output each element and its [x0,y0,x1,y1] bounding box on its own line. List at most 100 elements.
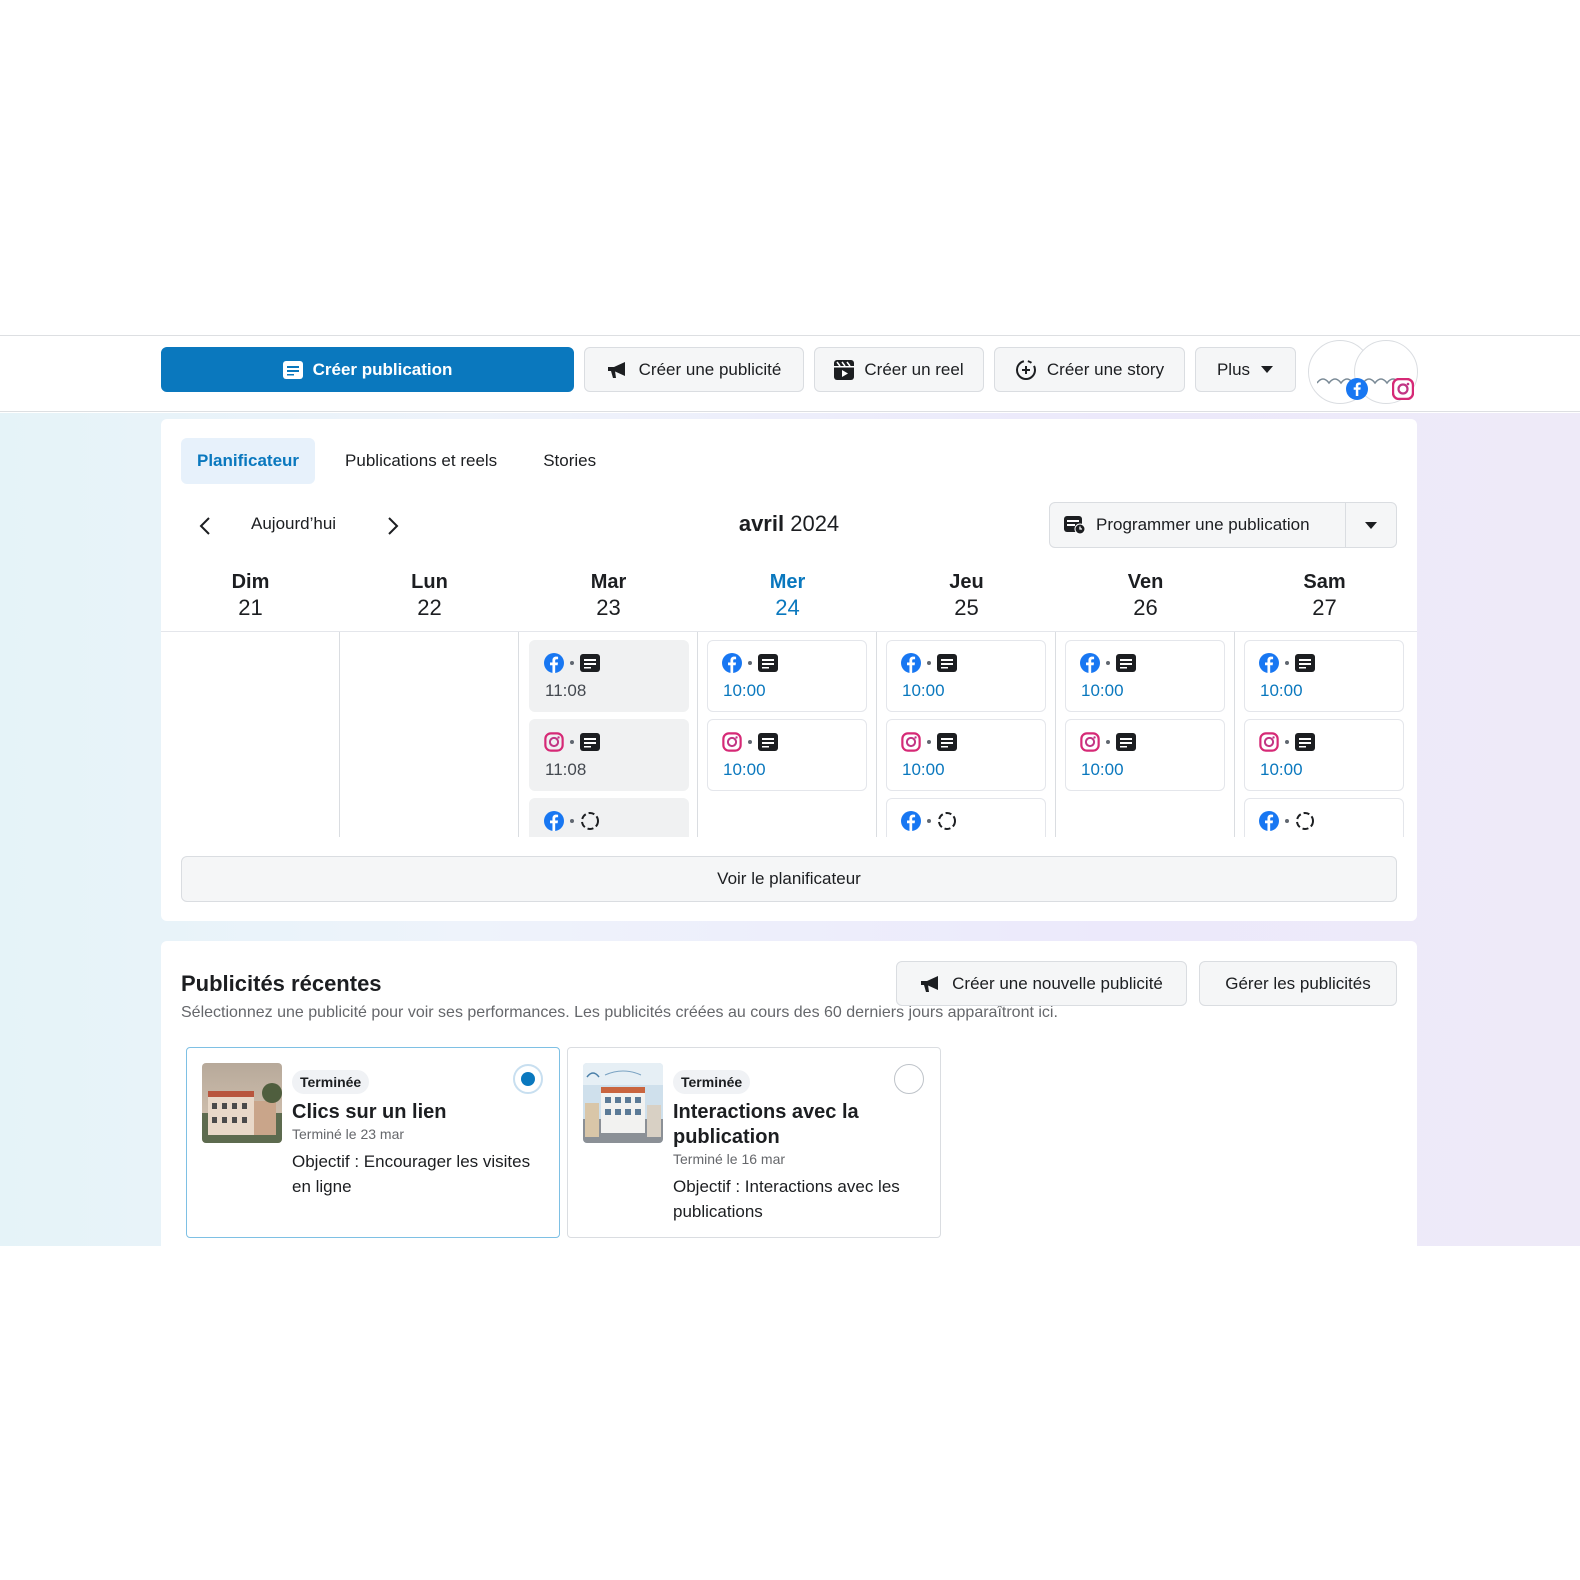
ad-title: Interactions avec la publication [673,1101,859,1148]
ad-select-radio[interactable] [513,1064,543,1094]
scheduled-post-facebook[interactable]: 10:00 [886,640,1046,712]
post-icons [544,732,600,752]
ad-select-radio[interactable] [894,1064,924,1094]
post-icons [544,811,600,831]
separator-dot [1285,740,1289,744]
facebook-icon [722,653,742,673]
column-divider [697,632,698,837]
separator-dot [1106,661,1110,665]
story-icon [938,812,956,830]
tab-planner[interactable]: Planificateur [181,438,316,484]
facebook-icon [1346,378,1368,400]
day-number: 22 [417,595,442,620]
day-number: 23 [596,595,621,620]
tab-stories[interactable]: Stories [527,438,612,484]
day-name: Mar [590,571,627,593]
post-type-icon [1116,733,1136,751]
megaphone-icon [607,361,625,378]
ad-thumbnail [202,1063,282,1143]
facebook-icon [544,653,564,673]
scheduled-post-facebook[interactable]: 11:08 [529,640,689,712]
account-avatars[interactable] [1308,340,1420,406]
separator-dot [1106,740,1110,744]
scheduled-post-instagram[interactable]: 10:00 [1244,719,1404,791]
hotel-photo-image [583,1063,663,1143]
column-divider [876,632,877,837]
post-type-icon [1116,654,1136,672]
day-header-mon: Lun 22 [340,569,519,621]
separator-dot [570,819,574,823]
story-icon [1015,359,1036,380]
more-label: Plus [1216,359,1251,379]
megaphone-icon [921,975,939,992]
create-new-ad-button[interactable]: Créer une nouvelle publicité [896,961,1187,1006]
schedule-post-button[interactable]: Programmer une publication [1049,502,1397,548]
separator-dot [927,740,931,744]
caret-down-icon [1261,366,1274,373]
recent-ads-title: Publicités récentes [181,971,382,996]
create-story-label: Créer une story [1046,359,1165,379]
separator-dot [570,740,574,744]
action-toolbar: Créer publication Créer une publicité Cr… [0,336,1580,412]
ad-end-date: Terminé le 23 mar [292,1126,405,1142]
scheduled-story-facebook[interactable] [1244,798,1404,837]
separator-dot [927,661,931,665]
separator-dot [927,819,931,823]
post-time: 10:00 [723,681,766,700]
post-icons [901,732,957,752]
recent-ads-card: Publicités récentes Sélectionnez une pub… [161,941,1417,1246]
next-week-button[interactable] [379,512,407,540]
post-time: 10:00 [902,760,945,779]
post-time: 11:08 [545,681,587,700]
day-name: Sam [1303,571,1346,593]
day-header-sat: Sam 27 [1235,569,1414,621]
post-type-icon [580,654,600,672]
create-ad-label: Créer une publicité [638,359,782,379]
status-badge: Terminée [292,1070,370,1094]
day-name: Jeu [949,571,984,593]
scheduled-post-instagram[interactable]: 10:00 [707,719,867,791]
post-icons [1259,732,1315,752]
ad-thumbnail [583,1063,663,1143]
more-dropdown-button[interactable]: Plus [1195,347,1296,392]
today-button[interactable]: Aujourd’hui [251,514,336,534]
scheduled-story-facebook[interactable] [529,798,689,837]
facebook-icon [901,653,921,673]
create-new-ad-label: Créer une nouvelle publicité [952,973,1163,993]
scheduled-post-instagram[interactable]: 10:00 [1065,719,1225,791]
separator-dot [1285,661,1289,665]
post-icons [544,653,600,673]
day-name: Mer [769,571,806,593]
post-icons [1080,732,1136,752]
planner-card: Planificateur Publications et reels Stor… [161,419,1417,921]
scheduled-post-facebook[interactable]: 10:00 [707,640,867,712]
planner-tabs: Planificateur Publications et reels Stor… [181,438,612,484]
scheduled-story-facebook[interactable] [886,798,1046,837]
column-divider [1234,632,1235,837]
create-post-button[interactable]: Créer publication [161,347,574,392]
ad-title: Clics sur un lien [292,1101,447,1123]
ad-card[interactable]: Terminée Interactions avec la publicatio… [567,1047,941,1238]
day-header-thu: Jeu 25 [877,569,1056,621]
scheduled-post-facebook[interactable]: 10:00 [1244,640,1404,712]
tab-posts-reels[interactable]: Publications et reels [329,438,513,484]
manage-ads-button[interactable]: Gérer les publicités [1199,961,1397,1006]
ad-card[interactable]: Terminée Clics sur un lien Terminé le 23… [186,1047,560,1238]
schedule-post-main[interactable]: Programmer une publication [1050,503,1346,547]
post-icons [1080,653,1136,673]
previous-week-button[interactable] [191,512,219,540]
scheduled-post-instagram[interactable]: 10:00 [886,719,1046,791]
create-post-label: Créer publication [312,359,453,379]
scheduled-post-instagram[interactable]: 11:08 [529,719,689,791]
calendar-grid: 11:08 11:08 10:00 10:00 10:00 10:00 10:0… [161,632,1417,837]
scheduled-post-facebook[interactable]: 10:00 [1065,640,1225,712]
facebook-icon [1080,653,1100,673]
instagram-icon [544,732,564,752]
create-story-button[interactable]: Créer une story [994,347,1185,392]
post-time: 10:00 [1260,681,1303,700]
see-planner-button[interactable]: Voir le planificateur [181,856,1397,902]
separator-dot [748,740,752,744]
create-reel-button[interactable]: Créer un reel [814,347,984,392]
create-ad-button[interactable]: Créer une publicité [584,347,804,392]
schedule-options-button[interactable] [1346,503,1396,547]
